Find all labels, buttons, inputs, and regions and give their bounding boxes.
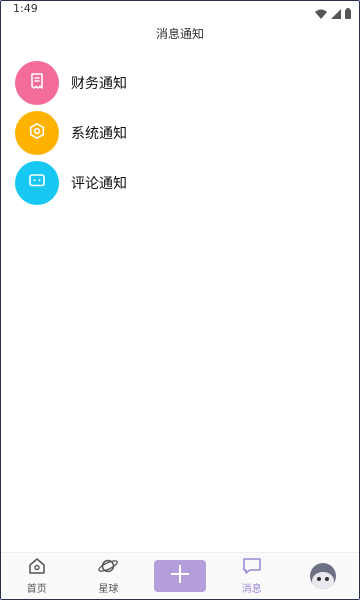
signal-icon xyxy=(331,4,341,23)
tab-profile[interactable] xyxy=(287,553,359,599)
tab-publish[interactable] xyxy=(144,553,216,599)
notification-list: 财务通知 系统通知 评论通知 xyxy=(15,61,345,211)
tab-messages[interactable]: 消息 xyxy=(216,553,288,599)
tab-label: 消息 xyxy=(241,584,262,595)
tab-planet[interactable]: 星球 xyxy=(73,553,145,599)
page-title: 消息通知 xyxy=(155,27,204,41)
system-icon-badge xyxy=(15,111,59,155)
planet-icon xyxy=(97,557,119,579)
home-icon xyxy=(27,557,47,579)
notification-label: 系统通知 xyxy=(71,126,127,142)
plus-icon xyxy=(169,563,191,589)
status-time: 1:49 xyxy=(13,2,38,15)
wifi-icon xyxy=(315,4,327,23)
notification-label: 财务通知 xyxy=(71,76,127,92)
app-screen: 1:49 消息通知 财务通知 系统通知 评论通知 首页 星球 消息 xyxy=(0,0,360,600)
notification-label: 评论通知 xyxy=(71,176,127,192)
notification-item-finance[interactable]: 财务通知 xyxy=(15,61,345,105)
bottom-navigation: 首页 星球 消息 xyxy=(1,552,359,599)
receipt-icon xyxy=(28,72,46,94)
chat-bubble-icon xyxy=(28,172,46,194)
battery-icon xyxy=(345,4,351,23)
hexagon-settings-icon xyxy=(28,122,46,144)
tab-label: 首页 xyxy=(26,584,47,595)
publish-button[interactable] xyxy=(153,560,206,592)
notification-item-system[interactable]: 系统通知 xyxy=(15,111,345,155)
comment-icon-badge xyxy=(15,161,59,205)
message-icon xyxy=(242,557,262,579)
finance-icon-badge xyxy=(15,61,59,105)
avatar xyxy=(310,563,337,589)
tab-label: 星球 xyxy=(98,584,119,595)
status-icons xyxy=(315,4,351,23)
notification-item-comment[interactable]: 评论通知 xyxy=(15,161,345,205)
status-bar: 1:49 xyxy=(1,1,359,19)
tab-home[interactable]: 首页 xyxy=(1,553,73,599)
